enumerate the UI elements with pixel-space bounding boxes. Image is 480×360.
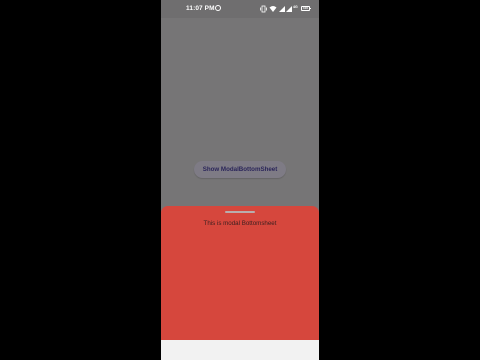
- vibrate-icon: [260, 5, 267, 13]
- modal-bottom-sheet[interactable]: This is modal Bottomsheet: [161, 206, 319, 340]
- battery-icon: 100: [301, 6, 311, 11]
- notification-icon: [215, 5, 221, 11]
- signal-icon: [279, 6, 285, 12]
- battery-level: 100: [302, 6, 308, 10]
- wifi-icon: [269, 6, 277, 12]
- bottom-sheet-text: This is modal Bottomsheet: [203, 220, 277, 227]
- status-bar: 11:07 PM 4G 100: [161, 0, 319, 18]
- system-navigation-bar: [161, 340, 319, 360]
- show-modal-bottom-sheet-button[interactable]: Show ModalBottomSheet: [194, 161, 286, 178]
- status-time: 11:07 PM: [186, 5, 215, 12]
- drag-handle[interactable]: [225, 211, 255, 213]
- network-type-label: 4G: [293, 5, 298, 9]
- phone-screen: 11:07 PM 4G 100 Show ModalBottomSheet Th…: [161, 0, 319, 360]
- signal-icon: [286, 6, 292, 12]
